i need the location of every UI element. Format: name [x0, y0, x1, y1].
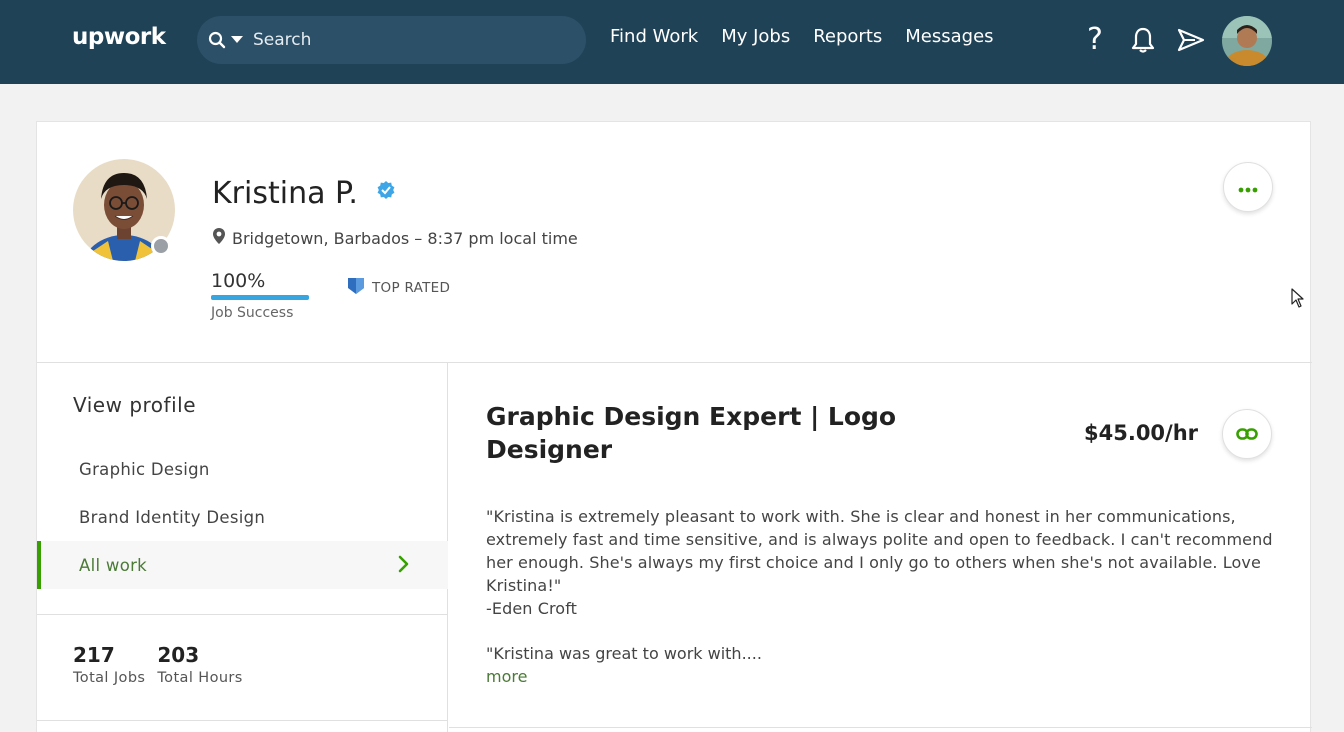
help-icon[interactable]: ? [1080, 22, 1110, 58]
location-row: Bridgetown, Barbados – 8:37 pm local tim… [212, 227, 578, 249]
review-text: "Kristina is extremely pleasant to work … [486, 507, 1273, 595]
upwork-logo[interactable]: upwork [72, 24, 166, 50]
nav-my-jobs[interactable]: My Jobs [721, 26, 790, 47]
sidebar-item-label: Brand Identity Design [79, 507, 266, 527]
sidebar-divider [37, 614, 448, 615]
hourly-rate: $45.00/hr [1084, 421, 1199, 445]
search-icon[interactable] [207, 30, 227, 50]
job-success-bar [211, 295, 309, 300]
ellipsis-icon [1238, 178, 1258, 197]
chevron-right-icon [398, 555, 410, 577]
top-rated-shield-icon [347, 277, 365, 299]
profile-card: Kristina P. Bridgetown, Barbados – 8:37 … [36, 121, 1312, 732]
search-bar[interactable] [197, 16, 586, 64]
nav-find-work[interactable]: Find Work [610, 26, 698, 47]
sidebar-item-all-work[interactable]: All work [37, 541, 448, 589]
profile-title: Graphic Design Expert | Logo Designer [486, 402, 897, 464]
total-hours-value: 203 [157, 643, 200, 667]
main-divider [449, 727, 1312, 728]
profile-main: Graphic Design Expert | Logo Designer $4… [449, 363, 1312, 732]
nav-reports[interactable]: Reports [813, 26, 882, 47]
user-avatar[interactable] [1222, 16, 1272, 66]
location-text: Bridgetown, Barbados – 8:37 pm local tim… [232, 228, 578, 248]
copy-link-button[interactable] [1222, 409, 1272, 459]
search-input[interactable] [253, 30, 553, 50]
profile-name: Kristina P. [212, 176, 358, 211]
link-icon [1236, 425, 1258, 444]
sidebar-item-label: Graphic Design [79, 459, 210, 479]
top-nav: upwork Find Work My Jobs Reports Message… [0, 0, 1344, 84]
total-hours-label: Total Hours [157, 670, 243, 686]
mouse-cursor-icon [1291, 288, 1305, 312]
client-review: "Kristina is extremely pleasant to work … [486, 505, 1276, 620]
work-stats: 217 Total Jobs 203 Total Hours [73, 643, 243, 686]
top-rated-label: TOP RATED [372, 280, 451, 296]
top-rated-badge: TOP RATED [347, 277, 450, 299]
nav-links: Find Work My Jobs Reports Messages [610, 26, 994, 47]
help-label: ? [1087, 22, 1103, 57]
total-hours-stat: 203 Total Hours [157, 643, 242, 686]
verified-icon [376, 180, 396, 200]
sidebar-item-brand-identity-design[interactable]: Brand Identity Design [37, 493, 448, 541]
sidebar-item-label: All work [79, 555, 148, 575]
job-success-score: 100% Job Success [211, 270, 309, 321]
sidebar-divider [37, 720, 448, 721]
nav-icons: ? [1080, 22, 1206, 58]
sidebar-item-graphic-design[interactable]: Graphic Design [37, 445, 448, 493]
profile-sidebar: View profile Graphic Design Brand Identi… [37, 363, 448, 732]
send-icon[interactable] [1176, 22, 1206, 58]
job-success-label: Job Success [211, 305, 294, 321]
job-success-value: 100% [211, 270, 266, 292]
second-review-excerpt: "Kristina was great to work with.... [486, 644, 762, 663]
total-jobs-value: 217 [73, 643, 115, 667]
offline-status-dot [151, 236, 171, 256]
more-options-button[interactable] [1223, 162, 1273, 212]
profile-header: Kristina P. Bridgetown, Barbados – 8:37 … [37, 122, 1312, 363]
location-pin-icon [212, 227, 226, 249]
bell-icon[interactable] [1128, 22, 1158, 58]
review-author: -Eden Croft [486, 599, 578, 618]
nav-messages[interactable]: Messages [905, 26, 993, 47]
total-jobs-label: Total Jobs [73, 670, 146, 686]
view-profile-heading: View profile [73, 393, 196, 417]
more-link[interactable]: more [486, 667, 527, 686]
job-success-bar-fill [211, 295, 309, 300]
caret-down-icon[interactable] [229, 32, 245, 48]
total-jobs-stat: 217 Total Jobs [73, 643, 145, 686]
